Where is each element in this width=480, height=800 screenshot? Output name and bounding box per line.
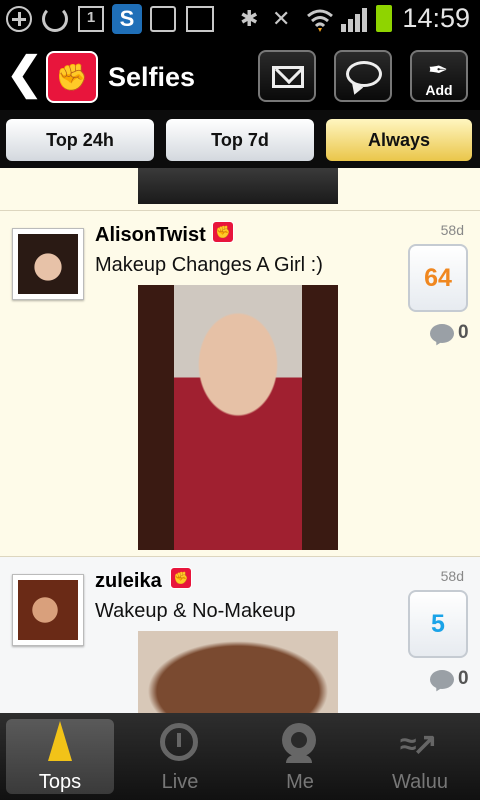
post-username[interactable]: AlisonTwist	[95, 224, 206, 247]
clock-icon	[160, 721, 200, 763]
bottom-navigation: Tops Live Me ≈↗ Waluu	[0, 713, 480, 800]
back-chevron-icon[interactable]: ❮	[6, 52, 43, 96]
previous-post-photo[interactable]	[138, 168, 338, 204]
post-caption: Wakeup & No-Makeup	[95, 600, 296, 622]
nav-label: Waluu	[392, 771, 448, 793]
status-time: 14:59	[402, 3, 470, 33]
ranking-tabs: Top 24h Top 7d Always	[0, 110, 480, 168]
nav-label: Tops	[38, 771, 82, 793]
status-bar: 1 S ✱ ✕ 14:59	[0, 0, 480, 38]
nav-live[interactable]: Live	[120, 713, 240, 800]
messages-button[interactable]	[258, 50, 316, 102]
avatar[interactable]	[12, 228, 84, 300]
comment-bubble-icon	[430, 670, 454, 689]
selfie-badge-icon: ✊	[212, 221, 234, 243]
chat-button[interactable]	[334, 50, 392, 102]
selfie-feed[interactable]: AlisonTwist ✊ Makeup Changes A Girl :) 5…	[0, 168, 480, 713]
tab-top-24h[interactable]: Top 24h	[6, 119, 154, 161]
page-title: Selfies	[108, 62, 196, 92]
post-card[interactable]: AlisonTwist ✊ Makeup Changes A Girl :) 5…	[0, 211, 480, 556]
app-header: ❮ ✊ Selfies ✒ Add	[0, 38, 480, 110]
post-card[interactable]: zuleika ✊ Wakeup & No-Makeup 58d 5 0	[0, 557, 480, 713]
signal-icon	[341, 8, 367, 32]
comment-bubble-icon	[430, 324, 454, 343]
vote-score-button[interactable]: 5	[408, 590, 468, 658]
quill-icon: ✒	[428, 57, 449, 84]
post-age: 58d	[440, 568, 464, 584]
nav-me[interactable]: Me	[240, 713, 360, 800]
post-username[interactable]: zuleika	[95, 570, 162, 593]
wifi-icon	[307, 9, 333, 32]
nav-waluu[interactable]: ≈↗ Waluu	[360, 713, 480, 800]
nav-tops[interactable]: Tops	[0, 713, 120, 800]
selfie-app-logo: ✊	[46, 51, 98, 103]
post-photo[interactable]	[138, 631, 338, 713]
post-age: 58d	[440, 222, 464, 238]
avatar[interactable]	[12, 574, 84, 646]
comments-button[interactable]: 0	[428, 668, 472, 694]
nav-label: Live	[161, 771, 199, 793]
profile-icon	[280, 721, 320, 763]
comments-button[interactable]: 0	[428, 322, 472, 348]
post-caption: Makeup Changes A Girl :)	[95, 254, 323, 276]
comment-count: 0	[458, 668, 469, 689]
sd-card-icon	[150, 6, 176, 32]
avatar-image	[18, 580, 78, 640]
envelope-icon	[272, 66, 304, 88]
selfie-badge-icon: ✊	[170, 567, 192, 589]
add-button-label: Add	[425, 82, 453, 98]
image-icon	[186, 6, 214, 32]
comment-count: 0	[458, 322, 469, 343]
nav-label: Me	[286, 771, 314, 793]
tab-top-7d[interactable]: Top 7d	[166, 119, 314, 161]
skype-icon: S	[112, 4, 142, 34]
tab-always[interactable]: Always	[326, 119, 472, 161]
battery-icon	[376, 5, 392, 32]
add-circle-icon	[6, 6, 32, 32]
avatar-image	[18, 234, 78, 294]
post-photo[interactable]	[138, 285, 338, 550]
mute-icon: ✕	[272, 6, 291, 31]
calendar-icon: 1	[78, 6, 104, 32]
bluetooth-icon: ✱	[240, 6, 259, 31]
add-button[interactable]: ✒ Add	[410, 50, 468, 102]
lightning-icon	[40, 721, 80, 763]
sync-icon	[42, 6, 68, 32]
waluu-logo-icon: ≈↗	[400, 728, 438, 761]
vote-score-button[interactable]: 64	[408, 244, 468, 312]
